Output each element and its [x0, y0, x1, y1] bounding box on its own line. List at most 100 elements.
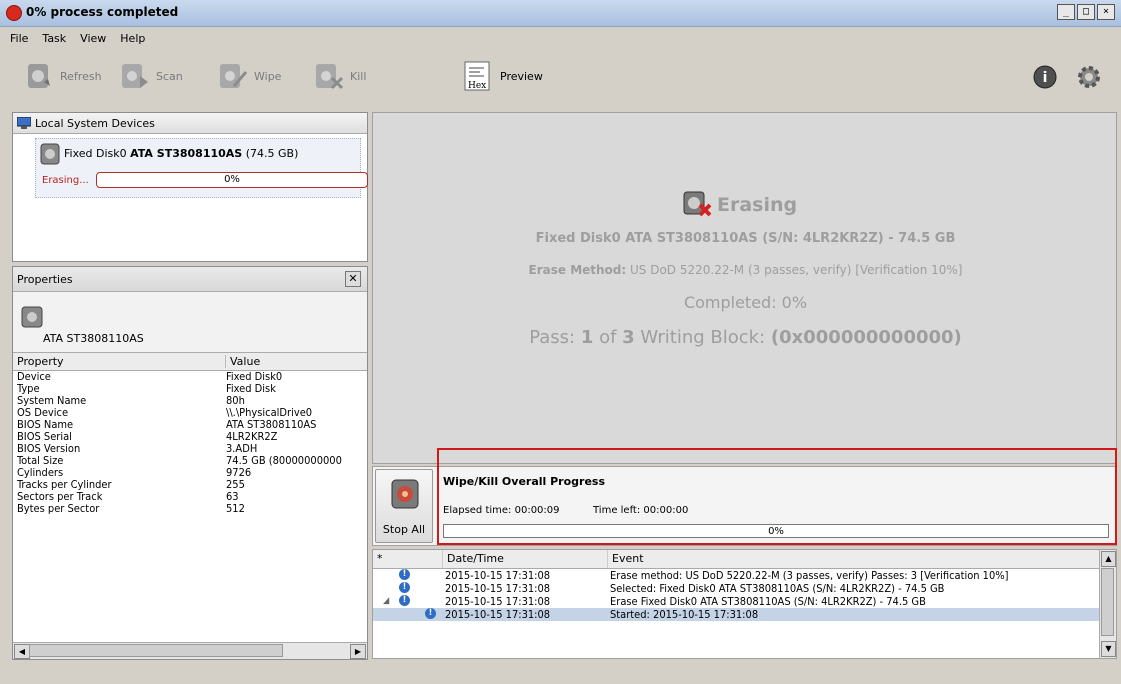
close-properties-icon[interactable]: ✕: [345, 271, 361, 287]
wipe-label: Wipe: [254, 69, 282, 83]
hex-label: Hex: [468, 81, 486, 91]
log-event: Selected: Fixed Disk0 ATA ST3808110AS (S…: [610, 582, 945, 595]
highlight-box: [437, 448, 1117, 545]
menu-task[interactable]: Task: [42, 32, 66, 45]
window-title: 0% process completed: [26, 5, 179, 19]
menu-help[interactable]: Help: [120, 32, 145, 45]
pass-total: 3: [622, 327, 635, 348]
column-star[interactable]: *: [373, 550, 443, 568]
scan-label: Scan: [156, 69, 183, 83]
property-value: 512: [226, 503, 245, 515]
stop-all-label: Stop All: [382, 523, 426, 536]
maximize-button[interactable]: □: [1077, 4, 1095, 20]
preview-button[interactable]: Hex Preview: [462, 60, 543, 92]
refresh-icon: [28, 64, 50, 88]
log-row[interactable]: ◢! 2015-10-15 17:31:08 Erase Fixed Disk0 A…: [373, 595, 1116, 608]
column-event[interactable]: Event: [608, 550, 1098, 568]
log-row[interactable]: ! 2015-10-15 17:31:08 Selected: Fixed Disk…: [373, 582, 1116, 595]
property-row[interactable]: Bytes per Sector 512: [13, 503, 367, 515]
event-log-panel: * Date/Time Event ! 2015-10-15 17:31:08 Er…: [372, 549, 1117, 659]
erase-method-label: Erase Method:: [528, 263, 627, 277]
menu-bar: File Task View Help: [0, 27, 1121, 49]
erasing-title: Erasing: [683, 191, 797, 219]
scroll-left-icon[interactable]: ◀: [14, 644, 30, 659]
log-date: 2015-10-15 17:31:08: [445, 595, 551, 608]
pass-number: 1: [580, 327, 594, 348]
minimize-button[interactable]: _: [1057, 4, 1075, 20]
info-icon: !: [399, 569, 410, 580]
expand-icon[interactable]: ◢: [383, 595, 389, 608]
log-row[interactable]: ! 2015-10-15 17:31:08 Started: 2015-10-15 …: [373, 608, 1116, 621]
column-property[interactable]: Property: [13, 355, 226, 368]
stop-all-icon: [391, 479, 419, 509]
log-scrollbar[interactable]: ▲ ▼: [1099, 550, 1116, 658]
column-value[interactable]: Value: [226, 355, 366, 368]
hard-disk-icon: [40, 143, 60, 165]
computer-icon: [17, 117, 31, 129]
property-value: 255: [226, 479, 245, 491]
property-value: Fixed Disk0: [226, 371, 283, 383]
info-icon: !: [425, 608, 436, 619]
erase-disk-line: Fixed Disk0 ATA ST3808110AS (S/N: 4LR2KR…: [535, 231, 956, 246]
kill-button[interactable]: Kill: [312, 60, 366, 92]
devices-header: Local System Devices: [13, 113, 367, 134]
property-row[interactable]: Total Size 74.5 GB (80000000000: [13, 455, 367, 467]
title-bar: 0% process completed _ □ ×: [0, 0, 1121, 27]
column-date-time[interactable]: Date/Time: [443, 550, 608, 568]
erasing-status-panel: Erasing Fixed Disk0 ATA ST3808110AS (S/N…: [372, 112, 1117, 464]
log-row[interactable]: ! 2015-10-15 17:31:08 Erase method: US DoD…: [373, 569, 1116, 582]
property-value: \\.\PhysicalDrive0: [226, 407, 313, 419]
property-row[interactable]: Device Fixed Disk0: [13, 371, 367, 383]
properties-title: Properties: [17, 272, 73, 286]
scroll-down-icon[interactable]: ▼: [1101, 641, 1116, 657]
scan-icon: [122, 64, 148, 88]
kill-label: Kill: [350, 69, 367, 83]
property-value: 4LR2KR2Z: [226, 431, 278, 443]
scan-button[interactable]: Scan: [118, 60, 183, 92]
device-model: ATA ST3808110AS: [130, 147, 243, 160]
properties-table-header: Property Value: [13, 353, 367, 371]
scroll-thumb[interactable]: [29, 644, 283, 657]
property-value: 9726: [226, 467, 252, 479]
wipe-icon: [220, 64, 248, 88]
property-row[interactable]: BIOS Version 3.ADH: [13, 443, 367, 455]
property-value: ATA ST3808110AS: [226, 419, 317, 431]
close-button[interactable]: ×: [1097, 4, 1115, 20]
status-bar: [0, 662, 1121, 684]
property-value: 74.5 GB (80000000000: [226, 455, 342, 467]
devices-header-label: Local System Devices: [35, 116, 155, 130]
hex-preview-icon: Hex: [464, 61, 490, 91]
settings-gear-icon[interactable]: [1074, 62, 1104, 92]
device-size: (74.5 GB): [242, 147, 299, 160]
property-value: Fixed Disk: [226, 383, 276, 395]
log-date: 2015-10-15 17:31:08: [445, 582, 551, 595]
refresh-button[interactable]: Refresh: [22, 60, 102, 92]
erase-method-line: Erase Method: US DoD 5220.22-M (3 passes…: [373, 263, 1118, 277]
log-scroll-thumb[interactable]: [1101, 568, 1114, 636]
device-prefix: Fixed Disk0: [64, 147, 131, 160]
info-icon: !: [399, 582, 410, 593]
scroll-up-icon[interactable]: ▲: [1101, 551, 1116, 567]
svg-text:i: i: [1043, 70, 1048, 86]
properties-device: ATA ST3808110AS: [13, 292, 367, 353]
properties-header: Properties ✕: [13, 267, 367, 292]
device-list-item[interactable]: Fixed Disk0 ATA ST3808110AS (74.5 GB) Er…: [35, 138, 387, 198]
pass-prefix: Pass:: [529, 327, 581, 348]
wipe-button[interactable]: Wipe: [216, 60, 281, 92]
log-header: * Date/Time Event: [373, 550, 1116, 569]
property-value: 63: [226, 491, 239, 503]
help-icon[interactable]: i: [1032, 64, 1058, 90]
kill-icon: [316, 64, 344, 90]
scroll-right-icon[interactable]: ▶: [350, 644, 366, 659]
menu-file[interactable]: File: [10, 32, 28, 45]
log-rows: ! 2015-10-15 17:31:08 Erase method: US DoD…: [373, 569, 1116, 621]
stop-all-button[interactable]: Stop All: [375, 469, 433, 543]
menu-view[interactable]: View: [80, 32, 106, 45]
properties-scrollbar[interactable]: ◀ ▶: [13, 642, 367, 659]
erase-method-value: US DoD 5220.22-M (3 passes, verify) [Ver…: [626, 263, 963, 277]
property-name: Bytes per Sector: [17, 502, 100, 515]
completed-text: Completed: 0%: [683, 293, 808, 312]
log-event: Started: 2015-10-15 17:31:08: [610, 608, 759, 621]
erase-disk-icon: [683, 191, 712, 217]
erasing-title-text: Erasing: [717, 194, 798, 216]
